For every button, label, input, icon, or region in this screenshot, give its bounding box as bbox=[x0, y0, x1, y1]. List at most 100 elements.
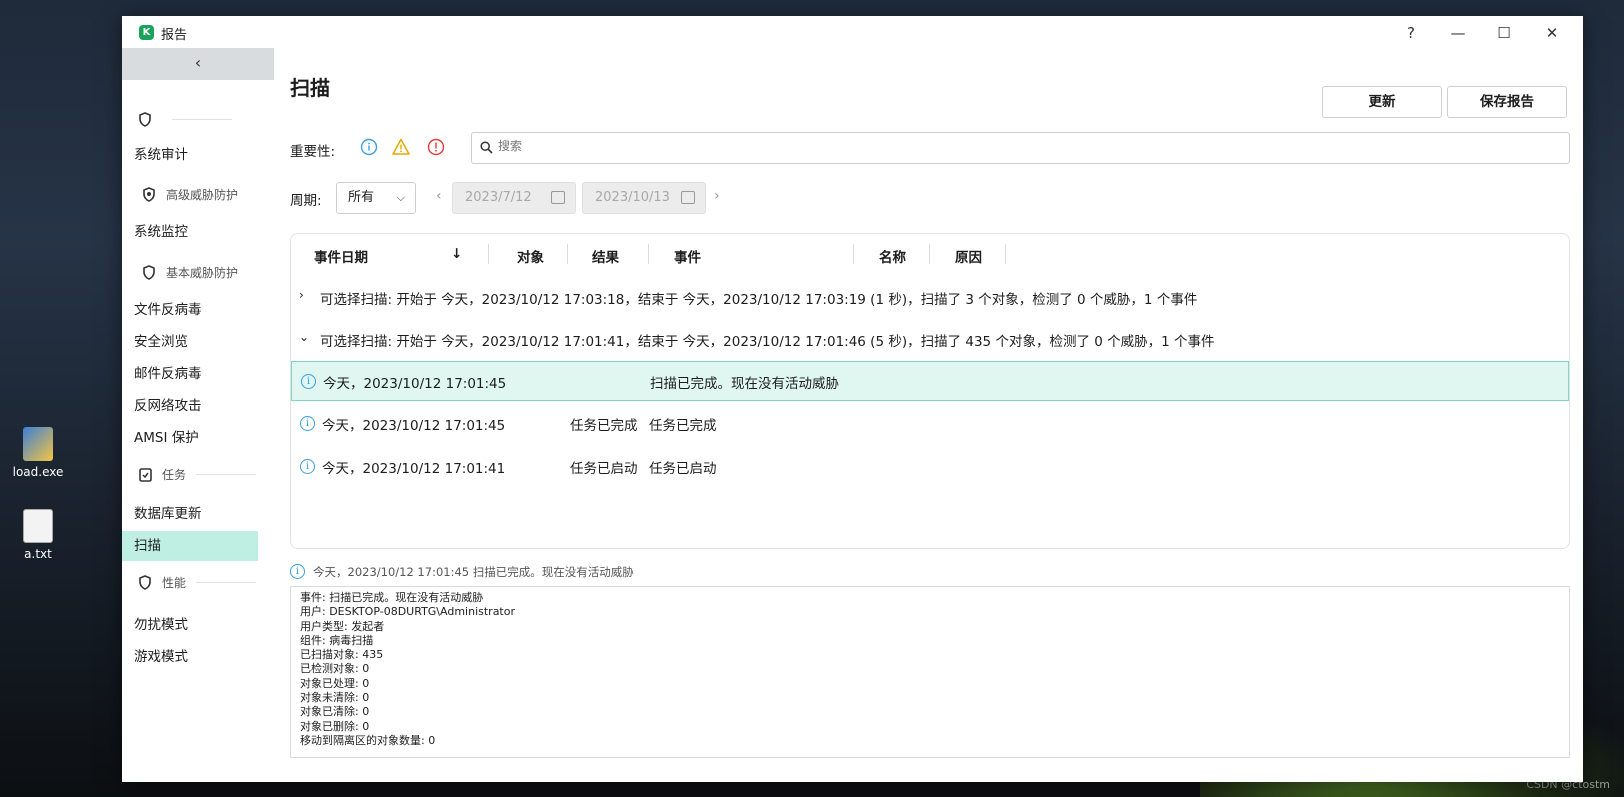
column-divider[interactable] bbox=[648, 244, 649, 264]
detail-line: 对象已处理: 0 bbox=[300, 676, 370, 690]
sidebar-group-label: 基本威胁防护 bbox=[166, 265, 239, 280]
shield-icon bbox=[138, 111, 152, 127]
detail-header-text: 今天，2023/10/12 17:01:45 扫描已完成。现在没有活动威胁 bbox=[313, 565, 634, 579]
sidebar-group-protection bbox=[138, 108, 232, 130]
event-description: 任务已启动 bbox=[649, 461, 717, 477]
detail-line: 已扫描对象: 435 bbox=[300, 648, 384, 662]
event-date: 今天，2023/10/12 17:01:45 bbox=[323, 376, 507, 392]
column-divider[interactable] bbox=[1005, 244, 1006, 264]
search-input[interactable] bbox=[498, 139, 1498, 153]
sidebar-item-file-antivirus[interactable]: 文件反病毒 bbox=[122, 295, 258, 325]
desktop-icon-label: load.exe bbox=[12, 465, 64, 479]
info-icon: i bbox=[290, 564, 305, 579]
app-logo-icon: K bbox=[139, 25, 154, 40]
previous-period-icon[interactable]: ‹ bbox=[436, 188, 442, 204]
search-box[interactable] bbox=[471, 132, 1570, 164]
detail-line: 用户: DESKTOP-08DURTG\Administrator bbox=[300, 605, 515, 619]
sidebar-item-system-audit[interactable]: 系统审计 bbox=[122, 140, 258, 170]
column-header-name[interactable]: 名称 bbox=[879, 246, 906, 266]
sidebar-item-scan[interactable]: 扫描 bbox=[122, 531, 258, 561]
severity-label: 重要性: bbox=[290, 144, 336, 160]
column-header-event[interactable]: 事件 bbox=[674, 246, 701, 266]
clipboard-icon bbox=[138, 466, 152, 482]
sidebar-item-network-attack[interactable]: 反网络攻击 bbox=[122, 391, 258, 421]
main-content: 扫描 更新 保存报告 重要性: 周期: 所有 ⌵ ‹ 2023/7/12 202… bbox=[290, 48, 1570, 782]
exe-file-icon bbox=[23, 427, 53, 461]
column-header-date[interactable]: 事件日期 bbox=[314, 246, 368, 266]
detail-line: 对象已删除: 0 bbox=[300, 719, 370, 733]
sidebar-group-label: 高级威胁防护 bbox=[166, 187, 239, 202]
detail-line: 事件: 扫描已完成。现在没有活动威胁 bbox=[300, 591, 484, 604]
period-value: 所有 bbox=[348, 190, 375, 205]
event-result: 任务已完成 bbox=[570, 418, 638, 434]
events-table: 事件日期 ↓ 对象 结果 事件 名称 原因 › 可选择扫描: 开始于 今天，20… bbox=[290, 233, 1570, 549]
page-title: 扫描 bbox=[290, 76, 330, 100]
sidebar-item-db-update[interactable]: 数据库更新 bbox=[122, 499, 258, 529]
shield-icon bbox=[142, 264, 156, 280]
info-filter-icon[interactable] bbox=[360, 138, 378, 156]
help-button[interactable]: ? bbox=[1393, 20, 1429, 46]
chevron-down-icon[interactable]: ⌄ bbox=[299, 330, 309, 344]
chevron-right-icon[interactable]: › bbox=[299, 288, 304, 302]
sidebar-item-mail-antivirus[interactable]: 邮件反病毒 bbox=[122, 359, 258, 389]
column-header-result[interactable]: 结果 bbox=[592, 246, 619, 266]
event-description: 扫描已完成。现在没有活动威胁 bbox=[650, 376, 839, 392]
group-divider bbox=[196, 473, 257, 475]
desktop-icon-label: a.txt bbox=[24, 547, 52, 561]
critical-filter-icon[interactable] bbox=[427, 138, 445, 156]
detail-line: 组件: 病毒扫描 bbox=[300, 633, 374, 647]
date-to-field[interactable]: 2023/10/13 bbox=[582, 182, 706, 214]
group-divider bbox=[172, 118, 232, 120]
shield-icon bbox=[138, 574, 152, 590]
sidebar-item-do-not-disturb[interactable]: 勿扰模式 bbox=[122, 610, 258, 640]
desktop-icon-load-exe[interactable]: load.exe bbox=[3, 427, 73, 479]
window-title: 报告 bbox=[161, 28, 188, 43]
scan-group-row[interactable]: ⌄ 可选择扫描: 开始于 今天，2023/10/12 17:01:41，结束于 … bbox=[291, 320, 1569, 360]
group-divider bbox=[196, 581, 257, 583]
chevron-down-icon: ⌵ bbox=[396, 191, 405, 204]
title-bar: K 报告 ? — ☐ ✕ bbox=[122, 16, 1583, 48]
detail-line: 用户类型: 发起者 bbox=[300, 619, 385, 633]
maximize-button[interactable]: ☐ bbox=[1486, 20, 1522, 46]
info-icon: i bbox=[300, 459, 315, 474]
date-to-value: 2023/10/13 bbox=[595, 190, 670, 205]
refresh-button[interactable]: 更新 bbox=[1322, 86, 1442, 118]
detail-line: 对象未清除: 0 bbox=[300, 691, 370, 705]
next-period-icon[interactable]: › bbox=[714, 188, 720, 204]
event-row[interactable]: i 今天，2023/10/12 17:01:45 任务已完成 任务已完成 bbox=[291, 404, 1569, 444]
column-divider[interactable] bbox=[929, 244, 930, 264]
column-divider[interactable] bbox=[567, 244, 568, 264]
event-result: 任务已启动 bbox=[570, 461, 638, 477]
sidebar-item-system-monitor[interactable]: 系统监控 bbox=[122, 217, 258, 247]
sidebar-item-amsi[interactable]: AMSI 保护 bbox=[122, 423, 258, 453]
column-divider[interactable] bbox=[488, 244, 489, 264]
search-icon bbox=[480, 141, 494, 155]
sidebar-item-game-mode[interactable]: 游戏模式 bbox=[122, 642, 258, 672]
scan-group-row[interactable]: › 可选择扫描: 开始于 今天，2023/10/12 17:03:18，结束于 … bbox=[291, 278, 1569, 318]
calendar-icon bbox=[551, 191, 565, 204]
event-row[interactable]: i 今天，2023/10/12 17:01:41 任务已启动 任务已启动 bbox=[291, 447, 1569, 487]
event-row[interactable]: i 今天，2023/10/12 17:01:45 扫描已完成。现在没有活动威胁 bbox=[291, 361, 1569, 401]
detail-line: 对象已清除: 0 bbox=[300, 705, 370, 719]
sidebar-item-safe-browsing[interactable]: 安全浏览 bbox=[122, 327, 258, 357]
warning-filter-icon[interactable] bbox=[392, 138, 410, 156]
text-file-icon bbox=[23, 509, 53, 543]
desktop-icon-a-txt[interactable]: a.txt bbox=[3, 509, 73, 561]
column-header-reason[interactable]: 原因 bbox=[955, 246, 982, 266]
event-description: 任务已完成 bbox=[649, 418, 717, 434]
close-button[interactable]: ✕ bbox=[1534, 20, 1570, 46]
sort-desc-icon[interactable]: ↓ bbox=[451, 246, 462, 262]
sidebar-collapse-button[interactable]: ‹ bbox=[122, 48, 274, 80]
save-report-button[interactable]: 保存报告 bbox=[1447, 86, 1567, 118]
info-icon: i bbox=[301, 374, 316, 389]
minimize-button[interactable]: — bbox=[1440, 20, 1476, 46]
column-header-object[interactable]: 对象 bbox=[517, 246, 544, 266]
shield-icon bbox=[142, 186, 156, 202]
date-from-field[interactable]: 2023/7/12 bbox=[452, 182, 576, 214]
period-dropdown[interactable]: 所有 ⌵ bbox=[336, 182, 416, 214]
event-detail-panel[interactable]: 事件: 扫描已完成。现在没有活动威胁 用户: DESKTOP-08DURTG\A… bbox=[290, 586, 1570, 758]
column-divider[interactable] bbox=[853, 244, 854, 264]
sidebar-group-advanced-threat: 高级威胁防护 bbox=[142, 183, 238, 205]
info-icon: i bbox=[300, 416, 315, 431]
sidebar-group-label: 性能 bbox=[162, 575, 187, 590]
